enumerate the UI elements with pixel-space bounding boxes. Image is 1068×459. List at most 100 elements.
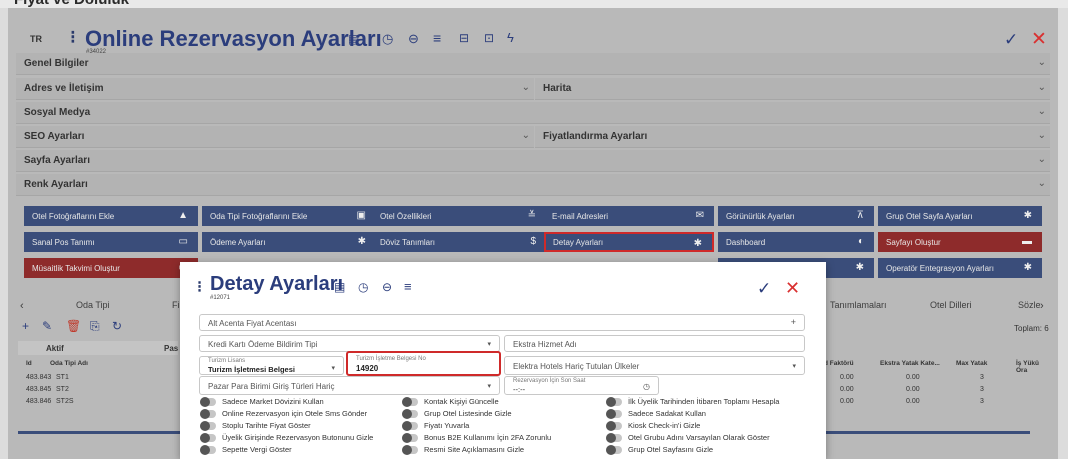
odeme-ayarlari-button[interactable]: Ödeme Ayarları ✱ (202, 232, 376, 252)
col-ekstra-yatak[interactable]: Ekstra Yatak Kate... (880, 360, 940, 367)
tab-pasif[interactable]: Pas (164, 344, 178, 353)
add-icon[interactable]: + (791, 317, 796, 327)
field-value: --:-- (513, 385, 526, 394)
toggle-switch[interactable] (402, 445, 418, 455)
add-icon[interactable]: + (22, 319, 29, 333)
tab-prev-icon[interactable]: ‹ (20, 300, 24, 312)
dashboard-button[interactable]: Dashboard ◐ (718, 232, 874, 252)
alt-acenta-field[interactable]: Alt Acenta Fiyat Acentası + (199, 314, 805, 331)
toggle-switch[interactable] (200, 433, 216, 443)
accordion-sosyal-medya[interactable]: Sosyal Medya ⌄ (16, 102, 1050, 124)
toggle-switch[interactable] (606, 445, 622, 455)
toggle-switch[interactable] (200, 445, 216, 455)
tab-aktif[interactable]: Aktif (46, 344, 64, 353)
menu-icon[interactable]: ≡ (404, 279, 412, 294)
toggle-label: Fiyatı Yuvarla (424, 421, 470, 430)
header: TR ⁝ Online Rezervasyon Ayarları #34022 … (18, 18, 1050, 58)
chevron-down-icon: ▾ (487, 341, 491, 348)
delete-icon[interactable]: 🗑 (66, 319, 81, 333)
modal-confirm-check-icon[interactable]: ✓ (757, 279, 771, 299)
bolt-icon[interactable]: ϟ (507, 30, 514, 45)
toggle-switch[interactable] (606, 421, 622, 431)
close-icon[interactable]: ✕ (1031, 28, 1047, 51)
toggle-switch[interactable] (402, 397, 418, 407)
lock-icon[interactable]: ⊖ (408, 31, 419, 47)
pazar-para-select[interactable]: Pazar Para Birimi Giriş Türleri Hariç ▾ (199, 376, 500, 395)
refresh-icon[interactable]: ↻ (112, 319, 122, 333)
col-id[interactable]: Id (26, 360, 32, 367)
toggle-switch[interactable] (606, 397, 622, 407)
lock-icon[interactable]: ⊖ (382, 280, 392, 294)
field-value: 14920 (356, 364, 379, 373)
field-placeholder: Kredi Kartı Ödeme Bildirim Tipi (208, 340, 318, 349)
email-adresleri-button[interactable]: E-mail Adresleri ✉ (544, 206, 714, 226)
cell-id: 483.845 (26, 386, 52, 393)
doviz-tanimlari-button[interactable]: Döviz Tanımları $ (372, 232, 546, 252)
otel-fotograflari-button[interactable]: Otel Fotoğraflarını Ekle ▲ (24, 206, 198, 226)
button-label: Döviz Tanımları (380, 238, 435, 247)
gear-icon: ✱ (1023, 210, 1032, 221)
more-icon[interactable]: ⁝ (197, 277, 202, 297)
accordion-adres-iletisim[interactable]: Adres ve İletişim ⌄ (16, 78, 534, 100)
menu-icon[interactable]: ≡ (433, 30, 441, 46)
elektra-ulkeler-select[interactable]: Elektra Hotels Hariç Tutulan Ülkeler ▾ (504, 356, 805, 375)
accordion-harita[interactable]: Harita ⌄ (535, 78, 1050, 100)
tab-otel-dilleri[interactable]: Otel Dilleri (930, 300, 972, 310)
toggle-switch[interactable] (402, 433, 418, 443)
save-icon[interactable]: ⊡ (484, 31, 494, 45)
toggle-switch[interactable] (606, 433, 622, 443)
upload-icon: ▲ (178, 210, 188, 221)
col-is-yuku[interactable]: İş Yükü Ora (1016, 360, 1048, 374)
toggle-switch[interactable] (402, 409, 418, 419)
mail-icon: ✉ (695, 210, 704, 221)
rezervasyon-son-saat-field[interactable]: Rezervasyon İçin Son Saat --:-- ◷ (504, 376, 659, 395)
operator-entegrasyon-button[interactable]: Operatör Entegrasyon Ayarları ✱ (878, 258, 1042, 278)
chevron-down-icon: ⌄ (521, 130, 530, 141)
tab-fi[interactable]: Fi (172, 300, 180, 310)
history-icon[interactable]: ◷ (382, 31, 393, 47)
accordion-sayfa-ayarlari[interactable]: Sayfa Ayarları ⌄ (16, 150, 1050, 172)
tab-next-icon[interactable]: › (1040, 300, 1044, 312)
col-oda-tipi-adi[interactable]: Oda Tipi Adı (50, 360, 88, 367)
edit-icon[interactable]: ✎ (42, 319, 52, 333)
cell-max: 3 (980, 398, 984, 405)
list-icon[interactable]: ▤ (334, 280, 345, 294)
accordion-genel-bilgiler[interactable]: Genel Bilgiler ⌄ (16, 53, 1050, 75)
list-icon[interactable]: ▤ (348, 32, 359, 46)
turizm-belge-no-field[interactable]: Turizm İşletme Belgesi No 14920 (346, 351, 501, 376)
toggle-switch[interactable] (402, 421, 418, 431)
tab-oda-tipi[interactable]: Oda Tipi (76, 300, 110, 310)
print-icon[interactable]: ⊟ (459, 31, 469, 45)
musaitlik-takvimi-button[interactable]: Müsaitlik Takvimi Oluştur▭ (24, 258, 198, 278)
sanal-pos-button[interactable]: Sanal Pos Tanımı ▭ (24, 232, 198, 252)
toggle-switch[interactable] (200, 409, 216, 419)
accordion-renk-ayarlari[interactable]: Renk Ayarları ⌄ (16, 174, 1050, 196)
toggle-label: Kontak Kişiyi Güncelle (424, 397, 499, 406)
toggle-switch[interactable] (200, 397, 216, 407)
col-faktoru[interactable]: d Faktörü (824, 360, 854, 367)
accordion-seo-ayarlari[interactable]: SEO Ayarları ⌄ (16, 126, 534, 148)
sayfayi-olustur-button[interactable]: Sayfayı Oluştur ▬ (878, 232, 1042, 252)
copy-icon[interactable]: ⎘ (90, 319, 100, 334)
toggle-switch[interactable] (606, 409, 622, 419)
tab-sozle[interactable]: Sözle (1018, 300, 1041, 310)
confirm-check-icon[interactable]: ✓ (1004, 30, 1018, 50)
history-icon[interactable]: ◷ (358, 280, 368, 294)
toggle-switch[interactable] (200, 421, 216, 431)
tab-tanimlamalari[interactable]: Tanımlamaları (830, 300, 887, 310)
oda-tipi-fotograflari-button[interactable]: Oda Tipi Fotoğraflarını Ekle ▣ (202, 206, 376, 226)
gorunurluk-ayarlari-button[interactable]: Görünürlük Ayarları ⊼ (718, 206, 874, 226)
otel-ozellikleri-button[interactable]: Otel Özellikleri ≚ (372, 206, 546, 226)
kredi-karti-select[interactable]: Kredi Kartı Ödeme Bildirim Tipi ▾ (199, 335, 500, 352)
ekstra-hizmet-field[interactable]: Ekstra Hizmet Adı (504, 335, 805, 352)
language-selector[interactable]: TR (30, 34, 42, 44)
detay-ayarlari-button[interactable]: Detay Ayarları ✱ (544, 232, 714, 252)
col-max-yatak[interactable]: Max Yatak (956, 360, 987, 367)
turizm-lisans-select[interactable]: Turizm Lisans Turizm İşletmesi Belgesi ▾ (199, 356, 344, 375)
more-icon[interactable]: ⁝ (70, 27, 76, 48)
features-icon: ≚ (527, 210, 536, 221)
clock-icon[interactable]: ◷ (643, 382, 650, 391)
accordion-fiyatlandirma[interactable]: Fiyatlandırma Ayarları ⌄ (535, 126, 1050, 148)
grup-otel-sayfa-button[interactable]: Grup Otel Sayfa Ayarları ✱ (878, 206, 1042, 226)
modal-close-icon[interactable]: ✕ (785, 278, 800, 299)
